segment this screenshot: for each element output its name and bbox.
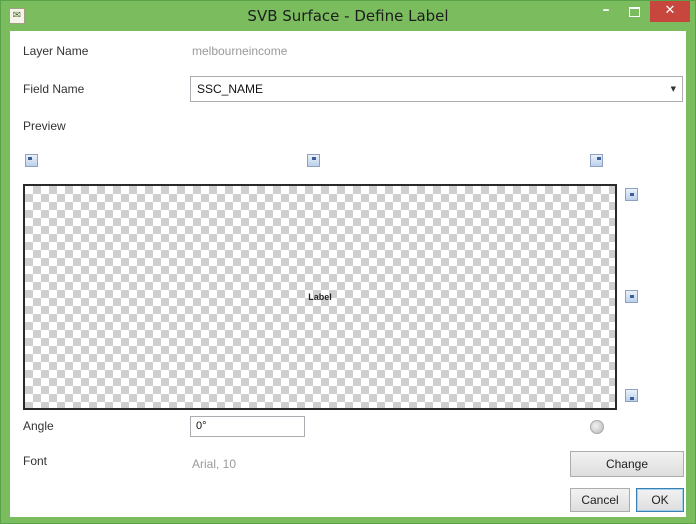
font-label: Font [23, 454, 48, 468]
layer-name-value: melbourneincome [192, 44, 288, 58]
layer-name-label: Layer Name [23, 44, 89, 58]
field-name-select[interactable]: SSC_NAME ▼ [190, 76, 683, 102]
align-middle-right-icon[interactable] [625, 188, 638, 201]
rotate-icon[interactable] [590, 420, 604, 434]
preview-label: Preview [23, 119, 66, 133]
align-top-right-icon[interactable] [590, 154, 603, 167]
dialog-content: Layer Name melbourneincome Field Name SS… [10, 31, 686, 517]
ok-button[interactable]: OK [636, 488, 684, 512]
cancel-button[interactable]: Cancel [570, 488, 630, 512]
close-button[interactable]: ✕ [650, 1, 690, 22]
angle-label: Angle [23, 419, 54, 433]
field-name-selected-value: SSC_NAME [197, 82, 264, 96]
minimize-button[interactable]: – [593, 1, 619, 22]
preview-sample-label: Label [308, 292, 332, 302]
align-top-left-icon[interactable] [25, 154, 38, 167]
change-font-button[interactable]: Change [570, 451, 684, 477]
align-center-right-icon[interactable] [625, 290, 638, 303]
window-title: SVB Surface - Define Label [247, 7, 449, 25]
label-preview-canvas: Label [23, 184, 617, 410]
maximize-button[interactable] [621, 1, 647, 22]
align-top-center-icon[interactable] [307, 154, 320, 167]
title-bar[interactable]: ✉ SVB Surface - Define Label – ✕ [1, 1, 695, 31]
chevron-down-icon[interactable]: ▼ [671, 85, 676, 93]
define-label-window: ✉ SVB Surface - Define Label – ✕ Layer N… [0, 0, 696, 524]
font-value: Arial, 10 [192, 457, 237, 471]
field-name-label: Field Name [23, 82, 85, 96]
align-bottom-right-icon[interactable] [625, 389, 638, 402]
angle-input[interactable]: 0° [190, 416, 305, 437]
maximize-icon [628, 7, 640, 17]
